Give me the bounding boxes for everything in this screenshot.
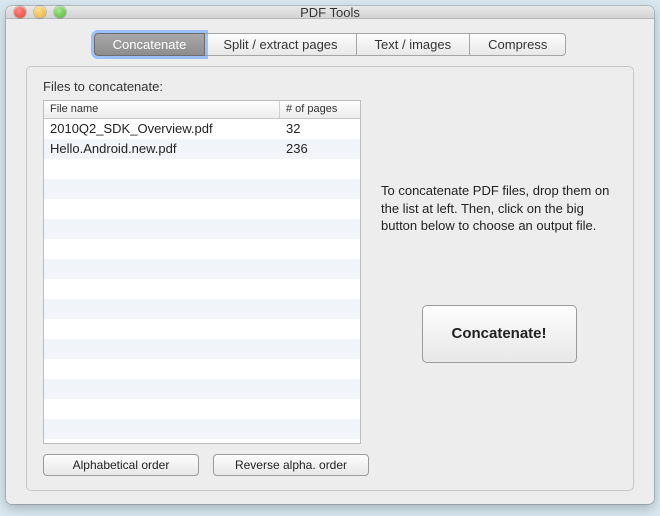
cell-filename [44, 359, 280, 379]
cell-filename [44, 279, 280, 299]
cell-pages [280, 259, 360, 279]
table-row [44, 359, 360, 379]
zoom-icon[interactable] [54, 6, 66, 18]
table-row[interactable]: 2010Q2_SDK_Overview.pdf32 [44, 119, 360, 139]
cell-pages: 32 [280, 119, 360, 139]
tab-concatenate[interactable]: Concatenate [94, 33, 206, 56]
alphabetical-order-button[interactable]: Alphabetical order [43, 454, 199, 476]
col-pages[interactable]: # of pages [280, 101, 360, 118]
table-row [44, 419, 360, 439]
cell-pages [280, 239, 360, 259]
table-row [44, 219, 360, 239]
cell-pages [280, 199, 360, 219]
minimize-icon[interactable] [34, 6, 46, 18]
table-row [44, 379, 360, 399]
cell-filename [44, 379, 280, 399]
panel-label: Files to concatenate: [43, 79, 617, 94]
tabbar: Concatenate Split / extract pages Text /… [6, 19, 654, 56]
tab-compress[interactable]: Compress [469, 33, 566, 56]
cell-filename [44, 339, 280, 359]
cell-filename: Hello.Android.new.pdf [44, 139, 280, 159]
col-filename[interactable]: File name [44, 101, 280, 118]
cell-filename [44, 199, 280, 219]
table-row [44, 179, 360, 199]
table-row [44, 319, 360, 339]
table-row [44, 199, 360, 219]
tabgroup: Concatenate Split / extract pages Text /… [94, 33, 567, 56]
cell-pages: 236 [280, 139, 360, 159]
app-window: PDF Tools Concatenate Split / extract pa… [6, 6, 654, 504]
cell-pages [280, 379, 360, 399]
cell-filename: 2010Q2_SDK_Overview.pdf [44, 119, 280, 139]
window-title: PDF Tools [6, 5, 654, 20]
instructions-text: To concatenate PDF files, drop them on t… [381, 182, 617, 235]
cell-pages [280, 339, 360, 359]
cell-filename [44, 299, 280, 319]
cell-pages [280, 319, 360, 339]
cell-filename [44, 399, 280, 419]
concatenate-panel: Files to concatenate: File name # of pag… [26, 66, 634, 491]
cell-filename [44, 419, 280, 439]
tab-split-extract[interactable]: Split / extract pages [204, 33, 356, 56]
cell-pages [280, 179, 360, 199]
table-row [44, 339, 360, 359]
tab-text-images[interactable]: Text / images [356, 33, 471, 56]
table-header: File name # of pages [44, 101, 360, 119]
table-row [44, 399, 360, 419]
table-row [44, 259, 360, 279]
cell-pages [280, 359, 360, 379]
cell-filename [44, 239, 280, 259]
table-row [44, 279, 360, 299]
cell-pages [280, 219, 360, 239]
cell-filename [44, 319, 280, 339]
titlebar: PDF Tools [6, 6, 654, 19]
cell-pages [280, 159, 360, 179]
cell-pages [280, 419, 360, 439]
cell-pages [280, 399, 360, 419]
reverse-alpha-order-button[interactable]: Reverse alpha. order [213, 454, 369, 476]
cell-filename [44, 259, 280, 279]
table-row [44, 299, 360, 319]
concatenate-button[interactable]: Concatenate! [422, 305, 577, 363]
table-row [44, 239, 360, 259]
cell-filename [44, 179, 280, 199]
cell-pages [280, 279, 360, 299]
cell-filename [44, 219, 280, 239]
cell-pages [280, 299, 360, 319]
files-table[interactable]: File name # of pages 2010Q2_SDK_Overview… [43, 100, 361, 444]
table-row [44, 159, 360, 179]
table-row[interactable]: Hello.Android.new.pdf236 [44, 139, 360, 159]
traffic-lights [6, 6, 66, 18]
cell-filename [44, 159, 280, 179]
close-icon[interactable] [14, 6, 26, 18]
